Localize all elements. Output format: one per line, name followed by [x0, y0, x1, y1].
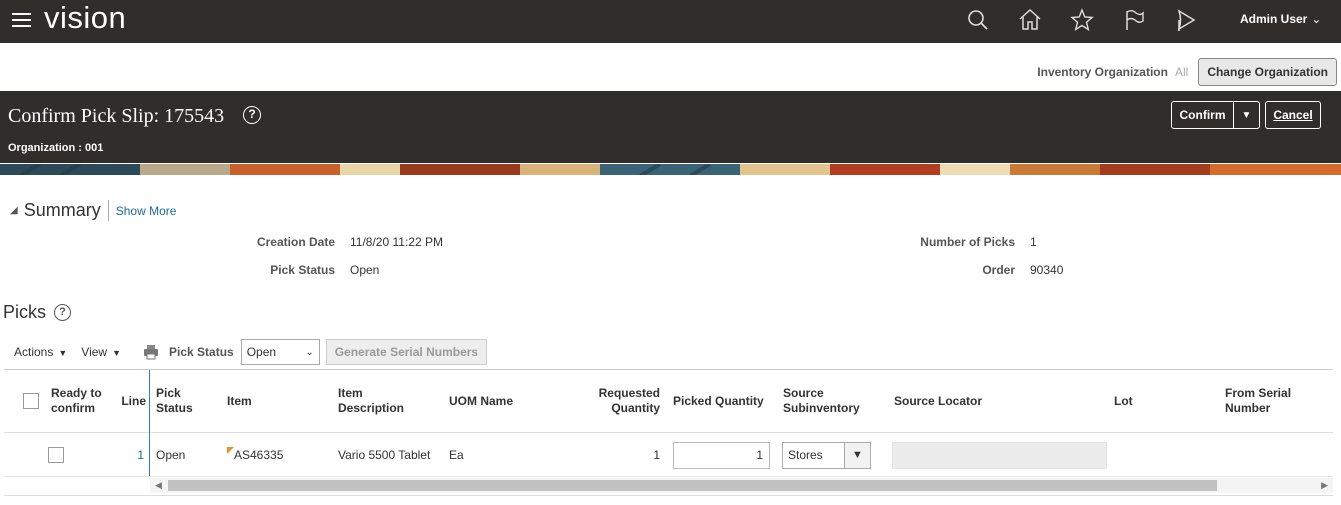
global-header: vision Admin User ⌄	[0, 0, 1341, 43]
pick-status-filter-label: Pick Status	[169, 345, 234, 359]
organization-bar: Inventory Organization All Change Organi…	[1037, 57, 1337, 86]
col-pick-status[interactable]: Pick Status	[156, 370, 206, 432]
chevron-down-icon: ⌄	[1311, 12, 1322, 26]
picks-title: Picks	[3, 302, 47, 322]
watchlist-flag-icon[interactable]	[1121, 7, 1147, 33]
show-more-link[interactable]: Show More	[116, 204, 177, 218]
home-icon[interactable]	[1017, 7, 1043, 33]
notifications-icon[interactable]	[1173, 7, 1199, 33]
warning-corner-icon	[227, 447, 234, 454]
number-of-picks-field: Number of Picks 1	[0, 235, 1036, 249]
dropdown-arrow-icon[interactable]: ▼	[844, 442, 870, 468]
confirm-button[interactable]: Confirm	[1172, 102, 1234, 128]
col-ready-to-confirm[interactable]: Ready to confirm	[51, 370, 111, 432]
cell-picked-quantity: 1	[673, 433, 773, 477]
user-name: Admin User	[1240, 12, 1308, 26]
help-icon[interactable]: ?	[54, 304, 71, 321]
brand-logo[interactable]: vision	[44, 0, 126, 36]
col-source-subinventory[interactable]: Source Subinventory	[783, 370, 873, 432]
row-checkbox-cell	[48, 433, 68, 477]
inventory-org-label: Inventory Organization	[1037, 64, 1168, 79]
generate-serial-numbers-button: Generate Serial Numbers	[325, 339, 488, 365]
favorites-star-icon[interactable]	[1069, 7, 1095, 33]
menu-icon[interactable]	[12, 13, 31, 27]
page-title: Confirm Pick Slip: 175543	[8, 105, 225, 127]
col-from-serial-number[interactable]: From Serial Number	[1225, 370, 1325, 432]
cell-source-locator	[892, 433, 1112, 477]
picks-toolbar: Actions ▼ View ▼ Pick Status Open ⌄ Genera…	[14, 338, 488, 366]
confirm-button-group: Confirm ▼	[1171, 101, 1260, 129]
picks-table: Ready to confirm Line Pick Status Item I…	[4, 369, 1333, 477]
help-icon[interactable]: ?	[243, 106, 261, 124]
search-icon[interactable]	[965, 7, 991, 33]
cell-item[interactable]: AS46335	[227, 433, 327, 477]
horizontal-scrollbar[interactable]: ◀ ▶	[150, 478, 1333, 493]
summary-title: Summary	[24, 200, 109, 221]
col-lot[interactable]: Lot	[1114, 370, 1174, 432]
col-uom-name[interactable]: UOM Name	[449, 370, 549, 432]
change-organization-button[interactable]: Change Organization	[1198, 57, 1337, 86]
cell-from-serial-number[interactable]	[1225, 433, 1325, 477]
cell-source-subinventory: Stores ▼	[782, 433, 877, 477]
actions-label: Actions	[14, 345, 54, 359]
source-locator-input[interactable]	[892, 441, 1107, 469]
view-label: View	[81, 345, 108, 359]
source-subinventory-select[interactable]: Stores ▼	[782, 441, 871, 469]
frozen-column-divider	[149, 370, 150, 477]
page-header: Confirm Pick Slip: 175543 ? Organization…	[0, 91, 1341, 163]
printer-icon[interactable]	[143, 344, 159, 360]
cell-line: 1	[137, 448, 144, 462]
summary-header: ◢ Summary Show More	[10, 200, 176, 221]
source-subinventory-value: Stores	[788, 448, 823, 462]
caret-down-icon: ▼	[58, 348, 68, 358]
col-requested-quantity[interactable]: Requested Quantity	[580, 370, 660, 432]
col-item-description[interactable]: Item Description	[338, 370, 418, 432]
decorative-banner	[0, 163, 1341, 175]
table-bottom-border	[4, 495, 1333, 496]
row-divider	[4, 476, 1333, 477]
picked-quantity-input[interactable]: 1	[673, 441, 770, 469]
scrollbar-thumb[interactable]	[168, 480, 1217, 491]
cell-pick-status: Open	[156, 448, 186, 462]
select-all-checkbox-cell	[23, 370, 43, 432]
scroll-left-icon[interactable]: ◀	[155, 480, 162, 491]
cell-lot[interactable]	[1114, 433, 1214, 477]
order-field: Order 90340	[0, 263, 1063, 277]
actions-menu[interactable]: Actions ▼	[14, 345, 67, 359]
scroll-right-icon[interactable]: ▶	[1321, 480, 1328, 491]
col-picked-quantity[interactable]: Picked Quantity	[673, 370, 778, 432]
row-ready-checkbox[interactable]	[48, 447, 64, 463]
confirm-dropdown-icon[interactable]: ▼	[1234, 102, 1259, 128]
cancel-button[interactable]: Cancel	[1265, 101, 1321, 129]
number-of-picks-label: Number of Picks	[920, 235, 1015, 249]
order-value: 90340	[1030, 263, 1064, 277]
user-menu[interactable]: Admin User ⌄	[1240, 12, 1321, 26]
view-menu[interactable]: View ▼	[81, 345, 121, 359]
col-item[interactable]: Item	[227, 370, 287, 432]
cell-requested-quantity: 1	[653, 448, 660, 462]
select-all-checkbox[interactable]	[23, 393, 39, 409]
collapse-triangle-icon[interactable]: ◢	[10, 205, 18, 216]
col-source-locator[interactable]: Source Locator	[894, 370, 1014, 432]
pick-status-select[interactable]: Open ⌄	[240, 339, 320, 365]
cell-item-description: Vario 5500 Tablet	[338, 448, 431, 462]
inventory-org-value: All	[1174, 64, 1189, 79]
cell-item-text: AS46335	[234, 448, 284, 462]
pick-status-selected: Open	[246, 345, 277, 359]
order-label: Order	[982, 263, 1015, 277]
col-line[interactable]: Line	[114, 370, 146, 432]
caret-down-icon: ▼	[112, 348, 121, 358]
organization-line: Organization : 001	[8, 142, 104, 154]
number-of-picks-value: 1	[1030, 235, 1037, 249]
cell-uom-name: Ea	[449, 448, 464, 462]
chevron-down-icon: ⌄	[305, 346, 314, 358]
